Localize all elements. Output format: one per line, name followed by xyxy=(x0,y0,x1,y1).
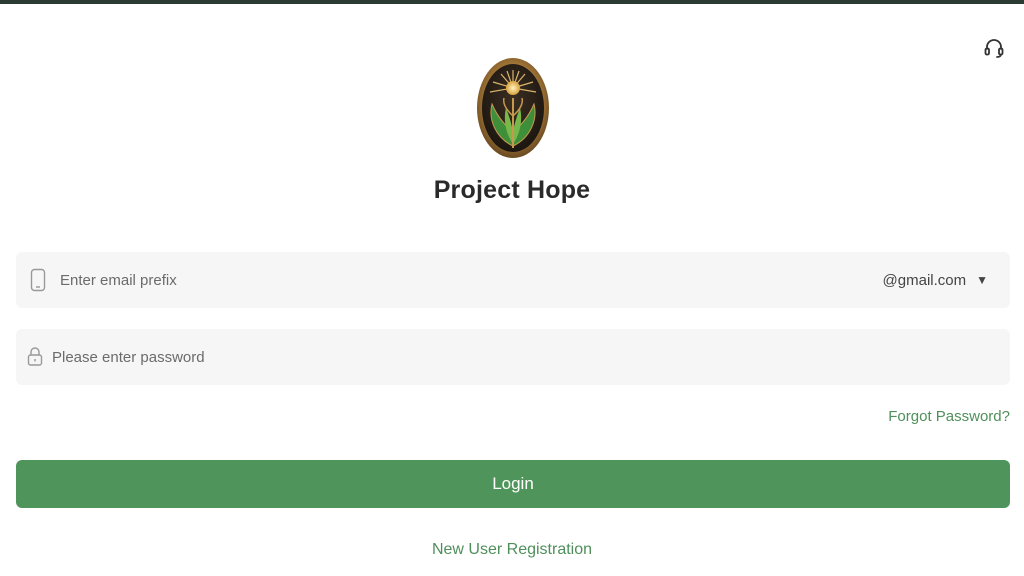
password-input[interactable] xyxy=(52,329,992,385)
project-hope-emblem xyxy=(477,58,549,158)
lock-icon xyxy=(27,347,43,366)
email-field-container: @gmail.com ▼ xyxy=(16,252,1010,308)
login-button[interactable]: Login xyxy=(16,460,1010,508)
app-logo xyxy=(476,58,550,160)
top-border-strip xyxy=(0,0,1024,4)
app-title: Project Hope xyxy=(433,176,591,204)
new-user-registration-link[interactable]: New User Registration xyxy=(0,541,1024,559)
email-prefix-input[interactable] xyxy=(60,252,880,308)
caret-down-icon: ▼ xyxy=(976,273,988,287)
phone-icon xyxy=(30,268,46,292)
headset-icon xyxy=(984,39,1004,58)
email-domain-dropdown[interactable]: @gmail.com ▼ xyxy=(883,252,988,308)
password-field-container xyxy=(16,329,1010,385)
customer-support-button[interactable] xyxy=(982,36,1006,60)
email-domain-value: @gmail.com xyxy=(882,271,967,289)
forgot-password-link[interactable]: Forgot Password? xyxy=(888,408,1010,425)
